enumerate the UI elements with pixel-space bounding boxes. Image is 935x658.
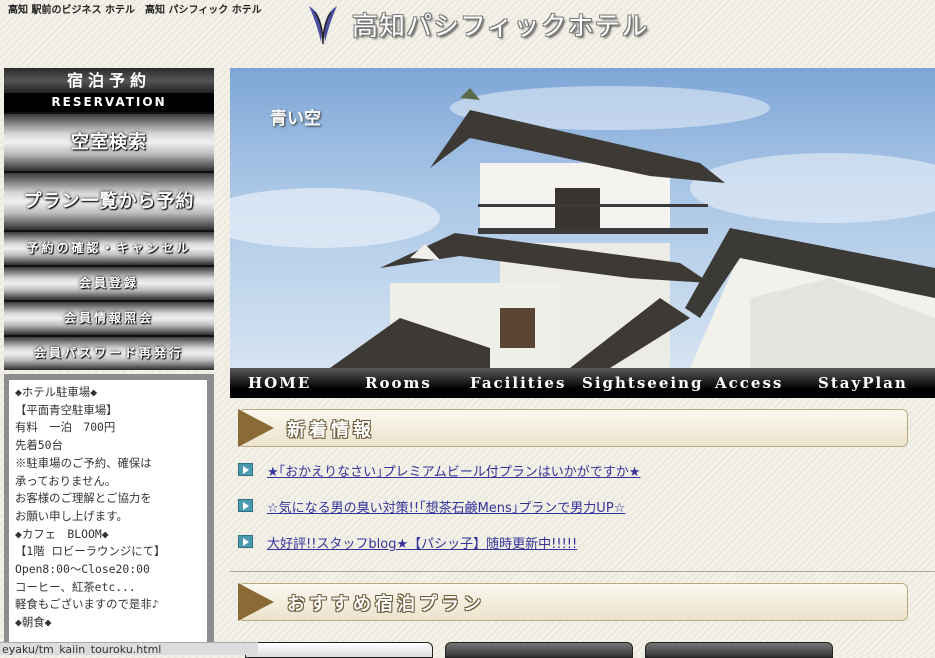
reservation-subtitle: RESERVATION — [4, 93, 214, 112]
nav-access[interactable]: Access — [715, 368, 783, 398]
arrow-right-icon — [238, 535, 253, 548]
brand-name[interactable]: 高知パシフィックホテル — [352, 6, 648, 43]
browser-status-bar: eyaku/tm_kaiin_touroku.html — [0, 642, 258, 655]
plan-list-reserve-button[interactable]: プラン一覧から予約 — [4, 171, 214, 230]
hotel-logo-icon[interactable] — [305, 2, 341, 46]
header-tagline: 高知 駅前のビジネス ホテル 高知 パシフィック ホテル — [8, 5, 262, 16]
info-line: 有料 一泊 700円 — [15, 420, 116, 435]
arrow-right-icon — [238, 499, 253, 512]
info-line: 先着50台 — [15, 438, 63, 453]
vacancy-search-button[interactable]: 空室検索 — [4, 112, 214, 171]
plan-tab[interactable] — [645, 642, 833, 658]
site-header: 高知 駅前のビジネス ホテル 高知 パシフィック ホテル 高知パシフィックホテル — [0, 0, 935, 62]
hero-caption: 青い空 — [270, 109, 321, 129]
castle-illustration — [230, 86, 935, 368]
hero-image: 青い空 — [230, 68, 935, 368]
info-line: 【1階 ロビーラウンジにて】 — [15, 544, 166, 559]
info-line: Open8:00～Close20:00 — [15, 562, 150, 577]
password-reissue-button[interactable]: 会員パスワード再発行 — [4, 335, 214, 370]
info-panel: ◆ホテル駐車場◆ 【平面青空駐車場】 有料 一泊 700円 先着50台 ※駐車場… — [4, 374, 214, 655]
news-link[interactable]: ★｢おかえりなさい｣プレミアムビール付プランはいかがですか★ — [267, 461, 640, 480]
news-header: 新着情報 — [238, 409, 908, 447]
member-info-button[interactable]: 会員情報照会 — [4, 300, 214, 335]
info-line: ◆ホテル駐車場◆ — [15, 385, 98, 399]
plans-header: おすすめ宿泊プラン — [238, 583, 908, 621]
plan-tab[interactable] — [445, 642, 633, 658]
info-line: ◆朝食◆ — [15, 615, 52, 630]
member-register-button[interactable]: 会員登録 — [4, 265, 214, 300]
info-line: 承っておりません。 — [15, 473, 117, 488]
nav-rooms[interactable]: Rooms — [365, 368, 432, 398]
section-divider — [230, 571, 935, 572]
reservation-title: 宿泊予約 — [4, 68, 214, 93]
nav-sightseeing[interactable]: Sightseeing — [582, 368, 703, 398]
news-title: 新着情報 — [287, 420, 375, 441]
info-line: コーヒー、紅茶etc... — [15, 579, 136, 594]
plans-title: おすすめ宿泊プラン — [287, 594, 485, 615]
news-link[interactable]: 大好評!!スタッフblog★【パシッ子】随時更新中!!!!! — [267, 533, 577, 552]
nav-stayplan[interactable]: StayPlan — [818, 368, 908, 398]
main-nav: HOME Rooms Facilities Sightseeing Access… — [230, 368, 935, 398]
info-panel-text[interactable]: ◆ホテル駐車場◆ 【平面青空駐車場】 有料 一泊 700円 先着50台 ※駐車場… — [9, 380, 207, 655]
news-link[interactable]: ☆気になる男の臭い対策!!｢想茶石鹸Mens｣プランで男力UP☆ — [267, 497, 625, 516]
header-arrow-icon — [238, 409, 274, 447]
info-line: お願い申し上げます。 — [15, 508, 128, 523]
info-line: ◆カフェ BLOOM◆ — [15, 526, 109, 541]
info-line: 【平面青空駐車場】 — [15, 402, 118, 417]
nav-home[interactable]: HOME — [248, 368, 311, 398]
reservation-sidebar: 宿泊予約 RESERVATION 空室検索 プラン一覧から予約 予約の確認・キャ… — [4, 68, 214, 370]
info-line: 軽食もございますので是非♪ — [15, 597, 159, 612]
reservation-check-cancel-button[interactable]: 予約の確認・キャンセル — [4, 230, 214, 265]
plan-tab[interactable] — [245, 642, 433, 658]
arrow-right-icon — [238, 463, 253, 476]
info-line: お客様のご理解とご協力を — [15, 491, 152, 506]
nav-facilities[interactable]: Facilities — [470, 368, 566, 398]
header-arrow-icon — [238, 583, 274, 621]
info-line: ※駐車場のご予約、確保は — [15, 455, 152, 470]
